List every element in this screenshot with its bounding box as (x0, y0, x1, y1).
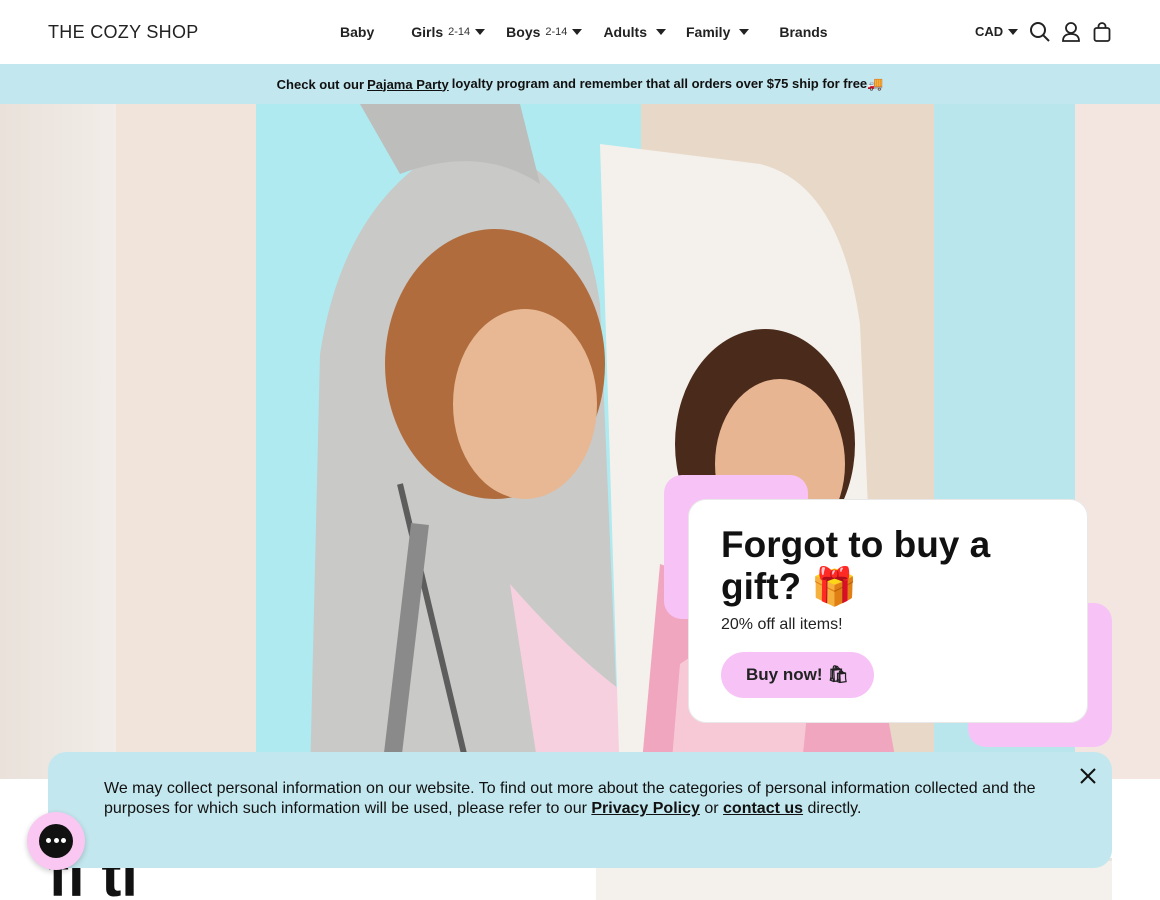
chat-bubble-icon (39, 824, 73, 858)
announcement-suffix: loyalty program and remember that all or… (451, 76, 884, 91)
cart-icon[interactable] (1091, 21, 1113, 43)
announcement-prefix: Check out our (276, 76, 365, 92)
nav-girls[interactable]: Girls 2-14 (411, 24, 486, 40)
hero-child-left-illustration (310, 104, 640, 779)
pajama-party-link[interactable]: Pajama Party (367, 77, 449, 92)
privacy-text-or: or (704, 800, 719, 817)
nav-brands[interactable]: Brands (779, 24, 827, 40)
privacy-text: We may collect personal information on o… (104, 779, 1044, 819)
account-icon[interactable] (1060, 21, 1082, 43)
promo-subtitle: 20% off all items! (721, 616, 843, 633)
chat-launcher-button[interactable] (27, 812, 85, 870)
nav-adults-label: Adults (603, 24, 647, 40)
privacy-policy-link[interactable]: Privacy Policy (591, 800, 700, 817)
announcement-bar: Check out our Pajama Party loyalty progr… (0, 64, 1160, 104)
promo-popup: Forgot to buy a gift? 🎁 20% off all item… (688, 499, 1088, 723)
nav-adults[interactable]: Adults (603, 24, 666, 40)
nav-family[interactable]: Family (686, 24, 750, 40)
chevron-down-icon (739, 29, 750, 35)
privacy-banner: We may collect personal information on o… (48, 752, 1112, 868)
nav-baby[interactable]: Baby (340, 24, 374, 40)
nav-girls-label: Girls (411, 24, 444, 40)
chevron-down-icon (572, 29, 583, 35)
currency-label: CAD (975, 24, 1004, 39)
nav-boys[interactable]: Boys 2-14 (506, 24, 583, 40)
chevron-down-icon (475, 29, 486, 35)
chevron-down-icon (1008, 28, 1019, 35)
nav-baby-label: Baby (340, 24, 375, 40)
privacy-text-end: directly. (807, 800, 862, 817)
site-logo[interactable]: THE COZY SHOP (48, 22, 199, 43)
nav-boys-age: 2-14 (545, 26, 568, 38)
close-icon[interactable] (1078, 766, 1098, 786)
buy-now-button[interactable]: Buy now! 🛍 (721, 652, 874, 698)
main-nav: Baby Girls 2-14 Boys 2-14 Adults Family … (340, 24, 828, 40)
privacy-text-main: We may collect personal information on o… (104, 780, 1036, 817)
site-header: THE COZY SHOP Baby Girls 2-14 Boys 2-14 … (0, 0, 1160, 64)
chevron-down-icon (656, 29, 666, 35)
nav-family-label: Family (686, 24, 731, 40)
nav-brands-label: Brands (779, 24, 828, 40)
currency-selector[interactable]: CAD (975, 24, 1019, 39)
nav-boys-label: Boys (506, 24, 541, 40)
promo-title: Forgot to buy a gift? 🎁 (721, 524, 991, 607)
hero-panel (116, 104, 256, 779)
search-icon[interactable] (1029, 21, 1051, 43)
hero-panel (0, 104, 116, 779)
contact-us-link[interactable]: contact us (723, 800, 803, 817)
nav-girls-age: 2-14 (448, 26, 471, 38)
